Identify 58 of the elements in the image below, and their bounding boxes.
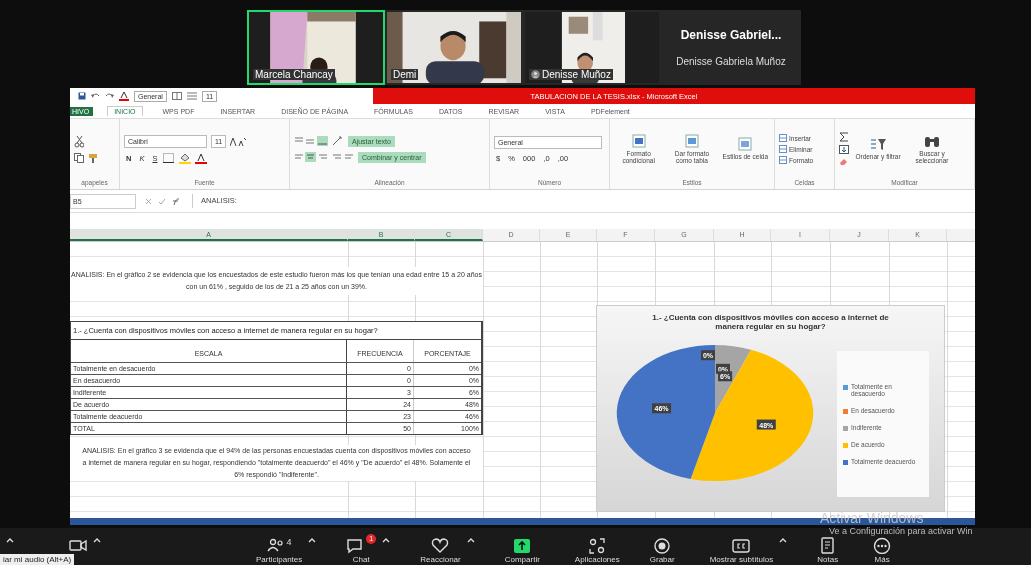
cut-icon[interactable]	[74, 135, 84, 148]
heart-icon	[431, 537, 450, 554]
caret-icon[interactable]	[93, 537, 101, 543]
record-icon	[653, 537, 672, 554]
borders-icon[interactable]	[163, 153, 176, 163]
video-camera-icon	[69, 537, 87, 554]
participants-button[interactable]: 4 Participantes	[256, 537, 303, 564]
conditional-format-icon[interactable]	[631, 133, 646, 148]
caret-icon[interactable]	[779, 537, 788, 543]
insert-icon	[779, 134, 787, 142]
redo-icon[interactable]	[105, 92, 114, 100]
more-icon	[873, 537, 892, 554]
undo-icon[interactable]	[91, 92, 100, 100]
participant-name: Demi	[393, 69, 417, 80]
participant-name: Marcela Chancay	[255, 69, 333, 80]
record-button[interactable]: Grabar	[649, 537, 675, 564]
caret-icon[interactable]	[6, 537, 14, 543]
sum-icon[interactable]	[839, 132, 849, 142]
participant-name: Denisse Gabriela Muñoz	[676, 56, 786, 67]
horizontal-align-icon[interactable]	[294, 152, 328, 162]
fill-color-icon[interactable]	[179, 152, 192, 164]
vertical-align-icon[interactable]	[294, 136, 328, 146]
people-icon	[266, 537, 285, 554]
apps-button[interactable]: Aplicaciones	[574, 537, 620, 564]
cell-styles-icon[interactable]	[738, 137, 753, 152]
font-size-icon[interactable]	[230, 136, 247, 146]
format-painter-icon[interactable]	[88, 152, 98, 163]
tooltip: iar mi audio (Alt+A)	[0, 554, 75, 565]
notes-button[interactable]: Notas	[817, 537, 839, 564]
more-button[interactable]: Más	[873, 537, 892, 564]
participant-title: Denisse Gabriel...	[680, 28, 782, 42]
captions-icon	[732, 537, 751, 554]
captions-button[interactable]: Mostrar subtítulos	[709, 537, 774, 564]
share-button[interactable]: Compartir	[504, 537, 540, 564]
table-format-icon[interactable]	[685, 133, 699, 148]
participant-count: 4	[286, 537, 292, 547]
chat-icon	[346, 537, 365, 554]
avatar-icon	[531, 70, 540, 79]
caret-icon[interactable]	[466, 537, 475, 543]
video-button[interactable]	[69, 537, 87, 554]
apps-icon	[588, 537, 607, 554]
participant-name: Denisse Muñoz	[542, 69, 611, 80]
chart-title: 1.- ¿Cuenta con dispositivos móviles con acceso a internet de manera regular en su hogar?	[651, 312, 890, 331]
react-button[interactable]: Reaccionar	[420, 537, 461, 564]
font-color-icon[interactable]	[119, 91, 129, 101]
font-color-icon[interactable]	[195, 152, 208, 164]
activation-text: Ve a Configuración para activar Win	[829, 526, 973, 536]
orientation-icon[interactable]	[332, 136, 344, 146]
sort-filter-icon	[870, 137, 886, 152]
caret-icon[interactable]	[382, 537, 391, 543]
format-icon	[779, 156, 787, 164]
share-icon	[513, 537, 532, 554]
caret-icon[interactable]	[308, 537, 317, 543]
save-icon[interactable]	[78, 92, 86, 100]
fill-icon[interactable]	[839, 145, 849, 154]
copy-icon[interactable]	[74, 152, 84, 163]
notes-icon	[818, 537, 837, 554]
delete-icon	[779, 145, 787, 153]
